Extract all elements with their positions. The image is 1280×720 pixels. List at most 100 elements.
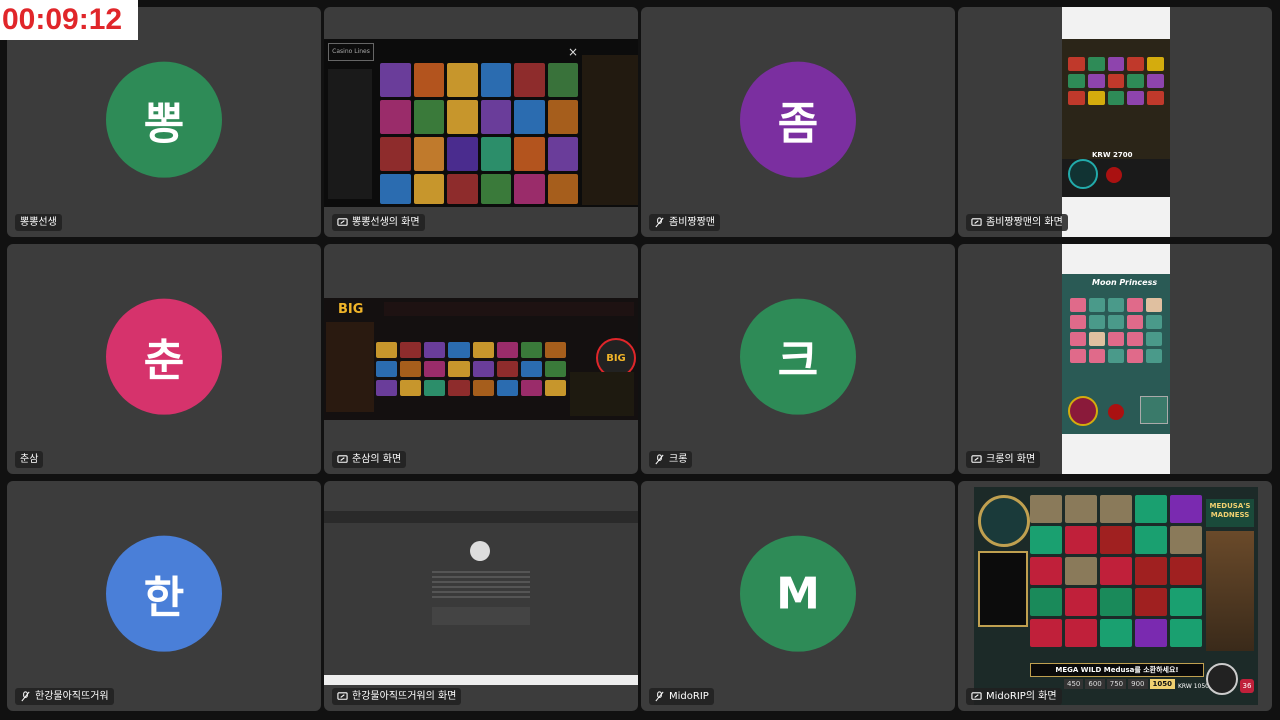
bet-panel bbox=[1140, 396, 1168, 424]
shared-screen: BIG BIG bbox=[324, 298, 638, 420]
side-panel bbox=[582, 55, 638, 205]
screen-share-tile[interactable]: KRW 2700 좀비짱짱맨의 화면 bbox=[958, 7, 1272, 237]
participant-tile[interactable]: 좀 좀비짱짱맨 bbox=[641, 7, 955, 237]
bet-option-selected[interactable]: 1050 bbox=[1149, 679, 1175, 689]
mic-muted-icon bbox=[655, 454, 664, 465]
share-name-tag: 춘삼의 화면 bbox=[332, 451, 407, 468]
avatar: 크 bbox=[740, 298, 856, 415]
incognito-info-box bbox=[432, 607, 530, 625]
share-label: 한강물아직뜨거워의 화면 bbox=[352, 691, 457, 702]
participant-name-tag: 크롱 bbox=[649, 451, 693, 468]
share-label: 좀비짱짱맨의 화면 bbox=[986, 217, 1063, 228]
participant-tile[interactable]: 한 한강물아직뜨거워 bbox=[7, 481, 321, 711]
promo-panel bbox=[570, 372, 634, 416]
screen-share-icon bbox=[337, 218, 348, 226]
participant-tile[interactable]: 크 크롱 bbox=[641, 244, 955, 474]
participant-name-tag: 한강물아직뜨거워 bbox=[15, 688, 114, 705]
balance-text: KRW 2700 bbox=[1092, 151, 1133, 159]
side-slot bbox=[978, 551, 1028, 627]
participant-tile[interactable]: 춘 춘삼 bbox=[7, 244, 321, 474]
phone-browser-bar bbox=[1062, 244, 1170, 274]
bet-option[interactable]: 600 bbox=[1085, 679, 1105, 689]
close-icon[interactable]: × bbox=[568, 46, 578, 58]
screen-share-tile[interactable]: 한강물아직뜨거워의 화면 bbox=[324, 481, 638, 711]
mic-muted-icon bbox=[655, 217, 664, 228]
medusa-character bbox=[1206, 531, 1254, 651]
screen-share-icon bbox=[971, 692, 982, 700]
share-name-tag: 한강물아직뜨거워의 화면 bbox=[332, 688, 462, 705]
casino-logo: Casino Lines bbox=[328, 43, 374, 61]
incognito-icon bbox=[470, 541, 490, 561]
share-label: 춘삼의 화면 bbox=[352, 454, 402, 465]
phone-nav-bar bbox=[1062, 197, 1170, 237]
bigg-logo: BIG bbox=[338, 302, 364, 317]
participant-name: 좀비짱짱맨 bbox=[669, 217, 715, 228]
participant-name: MidoRIP bbox=[669, 691, 709, 702]
share-name-tag: 뽕뽕선생의 화면 bbox=[332, 214, 425, 231]
avatar: 좀 bbox=[740, 61, 856, 178]
share-name-tag: 크롱의 화면 bbox=[966, 451, 1041, 468]
avatar: 뽕 bbox=[106, 61, 222, 178]
participant-name-tag: MidoRIP bbox=[649, 688, 714, 705]
bet-amount: KRW 1050 bbox=[1178, 683, 1209, 690]
game-thumbnails bbox=[376, 342, 566, 396]
screen-share-tile[interactable]: Moon Princess 크롱의 화면 bbox=[958, 244, 1272, 474]
taskbar bbox=[324, 675, 638, 685]
spin-button bbox=[1068, 159, 1098, 189]
participant-name: 크롱 bbox=[669, 454, 688, 465]
participant-name: 한강물아직뜨거워 bbox=[35, 691, 109, 702]
shared-screen: MEDUSA'S MADNESS MEGA WILD Medusa를 소환하세요… bbox=[974, 487, 1258, 705]
participant-name: 춘삼 bbox=[20, 454, 39, 465]
shared-phone-screen: KRW 2700 bbox=[1062, 7, 1170, 237]
screen-share-icon bbox=[971, 455, 982, 463]
sidebar-menu bbox=[328, 69, 372, 199]
mic-muted-icon bbox=[21, 691, 30, 702]
autoplay-button bbox=[1108, 404, 1124, 420]
bet-options: 450 600 750 900 1050 bbox=[1064, 679, 1175, 689]
share-label: 크롱의 화면 bbox=[986, 454, 1036, 465]
screen-share-tile[interactable]: BIG BIG 춘삼의 화면 bbox=[324, 244, 638, 474]
browser-tab-bar bbox=[324, 511, 638, 523]
shared-phone-screen: Moon Princess bbox=[1062, 244, 1170, 474]
participant-name-tag: 좀비짱짱맨 bbox=[649, 214, 720, 231]
incognito-text bbox=[432, 571, 530, 601]
game-title: Moon Princess bbox=[1092, 278, 1158, 287]
bet-option[interactable]: 900 bbox=[1128, 679, 1148, 689]
avatar: 한 bbox=[106, 535, 222, 652]
game-reels bbox=[1030, 495, 1202, 647]
share-name-tag: MidoRIP의 화면 bbox=[966, 688, 1062, 705]
screen-share-tile[interactable]: Casino Lines × 뽕뽕선생의 화면 bbox=[324, 7, 638, 237]
shared-screen bbox=[324, 511, 638, 685]
bet-option[interactable]: 450 bbox=[1064, 679, 1084, 689]
autoplay-button bbox=[1106, 167, 1122, 183]
bet-option[interactable]: 750 bbox=[1106, 679, 1127, 689]
mic-muted-icon bbox=[655, 691, 664, 702]
participant-name-tag: 뽕뽕선생 bbox=[15, 214, 62, 231]
share-label: 뽕뽕선생의 화면 bbox=[352, 217, 420, 228]
session-timer: 00:09:12 bbox=[0, 0, 138, 40]
game-title: MEDUSA'S MADNESS bbox=[1206, 499, 1254, 527]
avatar: M bbox=[740, 535, 856, 652]
share-label: MidoRIP의 화면 bbox=[986, 691, 1057, 702]
game-reels bbox=[1070, 298, 1162, 363]
shared-screen: Casino Lines × bbox=[324, 39, 638, 207]
category-sidebar bbox=[326, 322, 374, 412]
avatar: 춘 bbox=[106, 298, 222, 415]
reel-wheel bbox=[978, 495, 1030, 547]
participant-name: 뽕뽕선생 bbox=[20, 217, 57, 228]
screen-share-tile[interactable]: MEDUSA'S MADNESS MEGA WILD Medusa를 소환하세요… bbox=[958, 481, 1272, 711]
participant-name-tag: 춘삼 bbox=[15, 451, 44, 468]
spin-button bbox=[1068, 396, 1098, 426]
screen-share-icon bbox=[337, 692, 348, 700]
participant-tile[interactable]: 뽕 뽕뽕선생 bbox=[7, 7, 321, 237]
autoplay-count: 36 bbox=[1240, 679, 1254, 693]
screen-share-icon bbox=[337, 455, 348, 463]
phone-nav-bar bbox=[1062, 434, 1170, 474]
top-nav bbox=[384, 302, 634, 316]
phone-browser-bar bbox=[1062, 7, 1170, 39]
share-name-tag: 좀비짱짱맨의 화면 bbox=[966, 214, 1068, 231]
game-reels bbox=[1062, 39, 1170, 159]
screen-share-icon bbox=[971, 218, 982, 226]
game-thumbnails bbox=[380, 63, 578, 204]
participant-tile[interactable]: M MidoRIP bbox=[641, 481, 955, 711]
